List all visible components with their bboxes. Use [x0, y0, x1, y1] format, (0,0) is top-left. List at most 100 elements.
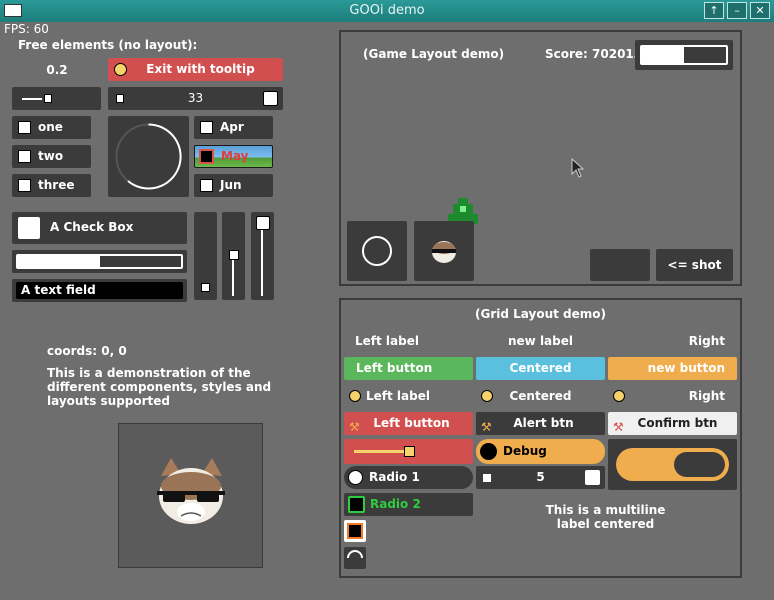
close-icon[interactable]: ✕: [750, 2, 770, 19]
radio-1[interactable]: Radio 1: [344, 466, 473, 489]
spinner[interactable]: 33: [108, 87, 283, 110]
radio-1-label: Radio 1: [369, 470, 420, 484]
grid-heading: (Grid Layout demo): [475, 307, 606, 321]
checkbox-label: A Check Box: [50, 220, 134, 234]
checkbox-two[interactable]: two: [12, 145, 91, 168]
slider-knob[interactable]: [256, 216, 270, 230]
cat-avatar-button[interactable]: [414, 221, 474, 281]
left-label: Left label: [355, 334, 419, 348]
checkbox-label: one: [38, 120, 63, 134]
slider-knob[interactable]: [404, 446, 415, 457]
horizontal-slider[interactable]: [12, 87, 101, 110]
right-label-2: Right: [688, 389, 725, 403]
left-button[interactable]: Left button: [344, 357, 473, 380]
checkbox-label: Apr: [220, 120, 244, 134]
minimize-icon[interactable]: –: [727, 2, 747, 19]
knob-dial: [115, 123, 182, 190]
text-field-value: A text field: [21, 283, 96, 297]
cat-image: [118, 423, 263, 568]
slider-knob[interactable]: [229, 250, 239, 260]
orange-checkbox[interactable]: [344, 520, 366, 542]
loading-icon: [344, 547, 366, 569]
empty-button[interactable]: [590, 249, 650, 281]
vertical-slider-1[interactable]: [194, 212, 217, 300]
checkbox-box[interactable]: [18, 179, 31, 192]
rotary-knob[interactable]: [108, 116, 189, 197]
checkbox-one[interactable]: one: [12, 116, 91, 139]
confirm-button[interactable]: ⚒ Confirm btn: [608, 412, 737, 435]
maximize-icon[interactable]: ↑: [704, 2, 724, 19]
health-frame: [640, 45, 728, 65]
radio-2[interactable]: Radio 2: [344, 493, 473, 516]
checkbox-box[interactable]: [200, 179, 213, 192]
grumpy-cat-icon: [157, 458, 225, 524]
radio-2-label: Radio 2: [370, 497, 421, 511]
confirm-button-label: Confirm btn: [637, 416, 718, 430]
centered-button[interactable]: Centered: [476, 357, 605, 380]
centered-label: Centered: [509, 389, 572, 403]
big-checkbox[interactable]: A Check Box: [12, 212, 187, 244]
shot-button[interactable]: <= shot: [656, 249, 733, 281]
spinner-value: 33: [187, 91, 204, 105]
cursor-icon: [571, 158, 585, 178]
switch-container[interactable]: [608, 439, 737, 490]
game-heading: (Game Layout demo): [363, 47, 505, 61]
window-title: GOOi demo: [349, 3, 425, 18]
health-bar: [635, 40, 733, 70]
progress-fill: [18, 256, 100, 267]
health-fill: [642, 47, 684, 63]
text-field-container[interactable]: A text field: [12, 279, 187, 302]
radio-dot[interactable]: [348, 470, 363, 485]
checkbox-box[interactable]: [18, 217, 40, 239]
value-label: 0.2: [46, 63, 68, 77]
checkbox-box[interactable]: [18, 150, 31, 163]
checkbox-three[interactable]: three: [12, 174, 91, 197]
hammer-icon: ⚒: [613, 420, 624, 434]
checkbox-apr[interactable]: Apr: [194, 116, 273, 139]
exit-button-label: Exit with tooltip: [146, 62, 255, 76]
slider-track: [232, 258, 234, 296]
checkbox-box[interactable]: [347, 523, 363, 539]
slider-track: [22, 98, 42, 100]
vertical-slider-2[interactable]: [222, 212, 245, 300]
slider-knob[interactable]: [201, 283, 210, 292]
red-slider[interactable]: [344, 439, 473, 464]
left-button-2[interactable]: ⚒ Left button: [344, 412, 473, 435]
score-label: Score: 702013: [545, 47, 643, 61]
description-label: This is a demonstration of the different…: [47, 366, 272, 408]
checkbox-label: three: [38, 178, 75, 192]
checkbox-label: two: [38, 149, 64, 163]
switch-track[interactable]: [616, 448, 729, 481]
bulb-icon: [349, 390, 361, 402]
spinner-end[interactable]: [263, 91, 278, 106]
checkbox-jun[interactable]: Jun: [194, 174, 273, 197]
checkbox-box[interactable]: [199, 149, 214, 164]
progress-frame: [16, 254, 183, 269]
checkbox-may[interactable]: May: [194, 145, 273, 168]
spinner-icon: [347, 550, 363, 559]
slider-knob[interactable]: [44, 94, 52, 103]
free-elements-heading: Free elements (no layout):: [18, 38, 198, 52]
app-icon: [4, 4, 22, 17]
circle-icon: [362, 236, 392, 266]
left-label-2: Left label: [366, 389, 430, 403]
bulb-icon: [114, 63, 127, 76]
exit-button[interactable]: Exit with tooltip: [108, 58, 283, 81]
radio-box[interactable]: [348, 496, 365, 513]
alert-button[interactable]: ⚒ Alert btn: [476, 412, 605, 435]
slider-track: [261, 230, 263, 296]
switch-knob[interactable]: [674, 452, 725, 477]
action-circle-button[interactable]: [347, 221, 407, 281]
stepper-end[interactable]: [585, 470, 600, 485]
text-field[interactable]: A text field: [16, 282, 183, 299]
checkbox-box[interactable]: [18, 121, 31, 134]
quantity-stepper[interactable]: 5: [476, 466, 605, 489]
right-label: Right: [688, 334, 725, 348]
new-button[interactable]: new button: [608, 357, 737, 380]
fps-label: FPS: 60: [4, 22, 49, 36]
debug-toggle[interactable]: Debug: [476, 439, 605, 464]
checkbox-box[interactable]: [200, 121, 213, 134]
debug-label: Debug: [503, 444, 547, 458]
vertical-slider-3[interactable]: [251, 212, 274, 300]
new-label: new label: [508, 334, 573, 348]
